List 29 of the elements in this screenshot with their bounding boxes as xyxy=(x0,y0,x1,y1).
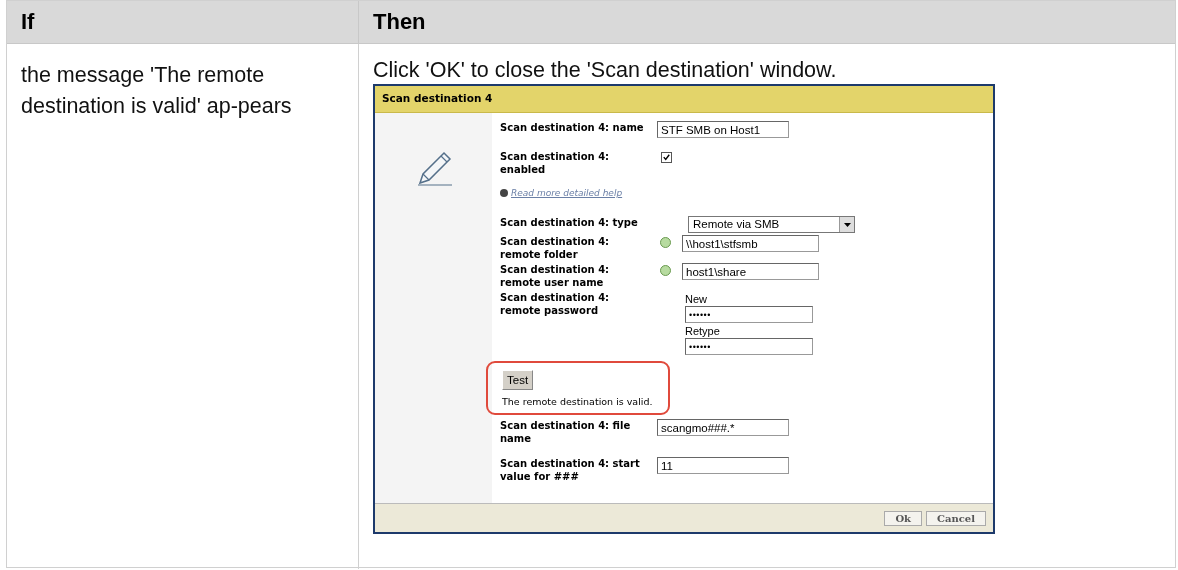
password-field[interactable]: •••••• xyxy=(685,338,813,355)
text-field[interactable]: 11 xyxy=(657,457,789,474)
checkbox[interactable] xyxy=(661,152,672,163)
test-button[interactable]: Test xyxy=(502,370,534,390)
field-label: Scan destination 4: enabled xyxy=(500,150,611,176)
field-label: Scan destination 4: file name xyxy=(500,419,632,445)
field-label: Scan destination 4: start value for ### xyxy=(500,457,641,483)
field-label: Scan destination 4: name xyxy=(500,121,645,134)
status-message: The remote destination is valid. xyxy=(502,396,654,407)
field-label: Scan destination 4: remote user name xyxy=(500,263,611,289)
text-field[interactable]: host1\share xyxy=(682,263,819,280)
column-header: Then xyxy=(372,8,427,36)
table-cell: the message 'The remote destination is valid' ap-pears xyxy=(7,44,359,569)
field-label: Scan destination 4: type xyxy=(500,216,639,229)
dialog-button[interactable]: Ok xyxy=(884,510,923,526)
dialog-button[interactable]: Cancel xyxy=(926,510,986,526)
field-label: Scan destination 4: remote password xyxy=(500,291,611,317)
text-field[interactable]: STF SMB on Host1 xyxy=(657,121,789,138)
instruction-text: Click 'OK' to close the 'Scan destination' window. xyxy=(373,57,838,84)
password-field[interactable]: •••••• xyxy=(685,306,813,323)
dialog-title: Scan destination 4 xyxy=(375,86,993,113)
help-link[interactable]: Read more detailed help xyxy=(511,188,623,198)
text-field[interactable]: scangmo###.* xyxy=(657,419,789,436)
column-header: If xyxy=(7,1,359,43)
field-label: Scan destination 4: remote folder xyxy=(500,235,611,261)
field-label: New xyxy=(685,293,708,305)
text-field[interactable]: \\host1\stfsmb xyxy=(682,235,819,252)
field-label: Retype xyxy=(685,325,721,337)
dropdown[interactable]: Remote via SMB xyxy=(688,216,855,233)
